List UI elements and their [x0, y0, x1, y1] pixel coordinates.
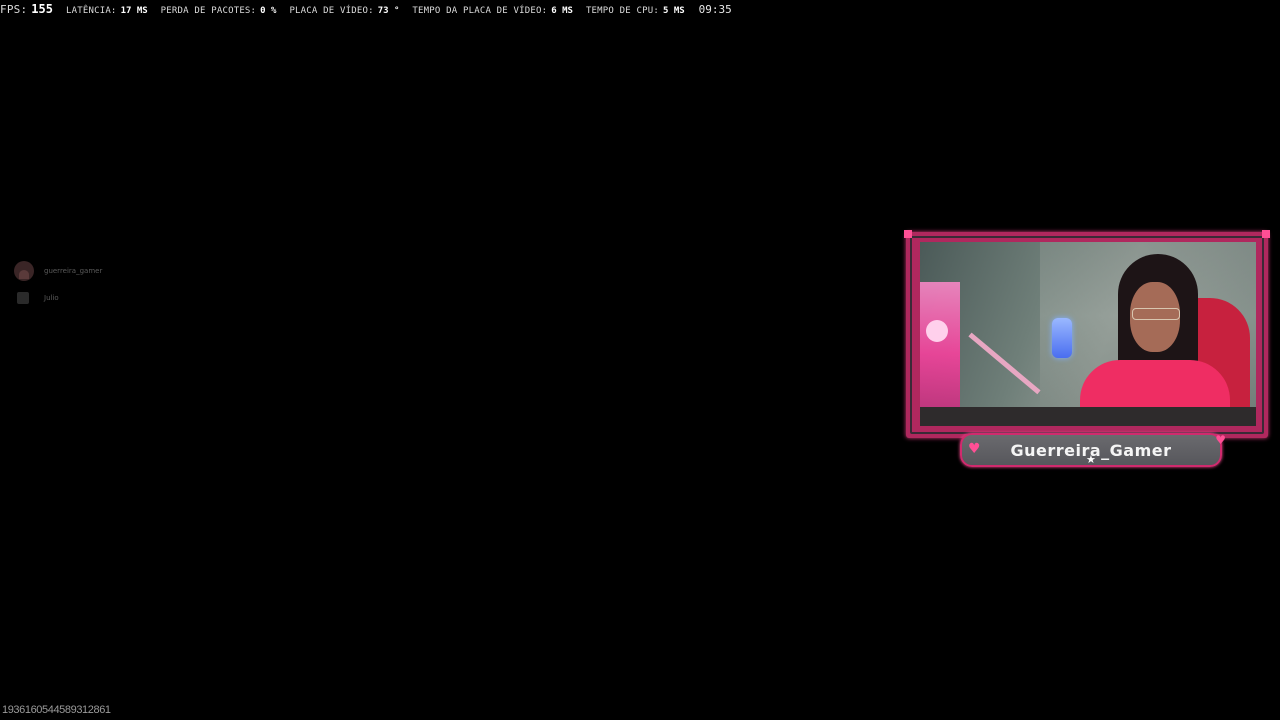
- gpu-time-label: TEMPO DA PLACA DE VÍDEO:: [412, 6, 548, 16]
- latency-stat: LATÊNCIA: 17 MS: [66, 6, 148, 16]
- gpu-time-stat: TEMPO DA PLACA DE VÍDEO: 6 MS: [412, 6, 573, 16]
- frame-corner: [904, 230, 912, 238]
- heart-icon: ♥: [1215, 433, 1226, 447]
- heart-icon: ♥: [968, 441, 981, 457]
- star-icon: ★: [1086, 453, 1096, 466]
- fps-label: FPS:: [0, 3, 28, 16]
- frame-corner: [1262, 230, 1270, 238]
- avatar-icon: [14, 288, 34, 308]
- fps-value: 155: [31, 2, 53, 16]
- webcam-feed: [920, 242, 1256, 426]
- voice-user: Julio: [14, 287, 102, 309]
- packet-loss-stat: PERDA DE PACOTES: 0 %: [161, 6, 277, 16]
- clock: 09:35: [698, 3, 732, 16]
- webcam-frame: ♥ Guerreira_Gamer ♥ ★: [904, 230, 1270, 467]
- feed-desk: [920, 407, 1256, 426]
- packet-loss-label: PERDA DE PACOTES:: [160, 6, 257, 16]
- cpu-time-label: TEMPO DE CPU:: [585, 6, 659, 16]
- performance-overlay: FPS: 155 LATÊNCIA: 17 MS PERDA DE PACOTE…: [0, 2, 732, 18]
- streamer-nameplate: ♥ Guerreira_Gamer ♥ ★: [960, 433, 1226, 467]
- cpu-time-stat: TEMPO DE CPU: 5 MS: [586, 6, 685, 16]
- gpu-temp-stat: PLACA DE VÍDEO: 73 °: [289, 6, 399, 16]
- voice-user-name: guerreira_gamer: [44, 267, 103, 275]
- cpu-time-value: 5 MS: [662, 6, 685, 16]
- packet-loss-value: 0 %: [260, 6, 277, 16]
- feed-mic-arm: [968, 332, 1041, 395]
- feed-rgb-light: [920, 282, 960, 426]
- latency-label: LATÊNCIA:: [65, 6, 117, 16]
- avatar-icon: [14, 261, 34, 281]
- feed-microphone: [1052, 318, 1072, 358]
- voice-overlay: guerreira_gamer Julio: [14, 260, 102, 314]
- session-id: 1936160544589312861: [2, 704, 111, 716]
- latency-value: 17 MS: [120, 6, 148, 16]
- gpu-temp-value: 73 °: [377, 6, 400, 16]
- fps-stat: FPS: 155: [0, 2, 53, 16]
- feed-fan: [926, 320, 948, 342]
- gpu-temp-label: PLACA DE VÍDEO:: [289, 6, 374, 16]
- gpu-time-value: 6 MS: [551, 6, 573, 16]
- voice-user: guerreira_gamer: [14, 260, 102, 282]
- feed-glasses: [1132, 308, 1180, 320]
- voice-user-name: Julio: [44, 294, 59, 302]
